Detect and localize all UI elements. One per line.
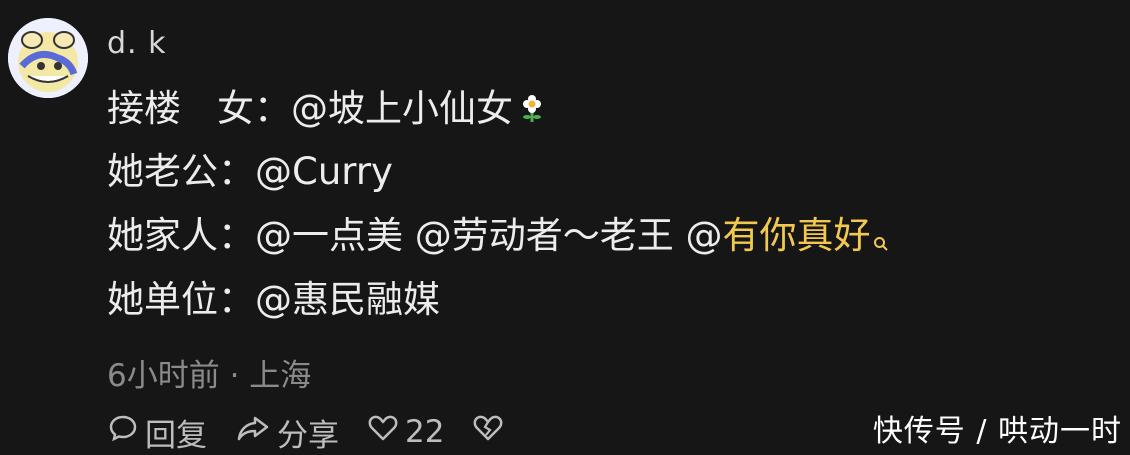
watermark: 快传号 / 哄动一时 [872, 414, 1122, 449]
comment-meta: 6小时前 · 上海 [107, 358, 312, 394]
comment-line-3-text: 她家人：@一点美 @劳动者～老王 @ [107, 214, 723, 257]
comment-username[interactable]: d. k [107, 26, 167, 61]
comment-icon [107, 412, 145, 452]
comment-actions: 回复 分享 22 [107, 410, 538, 454]
reply-button[interactable]: 回复 [107, 410, 207, 455]
reply-label: 回复 [145, 417, 207, 454]
like-count: 22 [405, 414, 445, 450]
search-icon[interactable] [873, 218, 889, 262]
broken-heart-icon [472, 412, 510, 452]
comment-line-4: 她单位：@惠民融媒 [107, 278, 440, 321]
share-label: 分享 [277, 417, 339, 454]
heart-icon [367, 412, 405, 452]
dislike-button[interactable] [472, 412, 510, 452]
comment-line-1-text: 女：@坡上小仙女 [217, 87, 513, 130]
like-button[interactable]: 22 [367, 412, 444, 452]
flower-emoji-icon [519, 89, 545, 133]
share-button[interactable]: 分享 [235, 410, 339, 455]
comment-line-1: 接楼 女：@坡上小仙女 [107, 87, 545, 133]
comment-line-3: 她家人：@一点美 @劳动者～老王 @有你真好 [107, 214, 889, 262]
share-icon [235, 412, 277, 452]
comment-line-2: 她老公：@Curry [107, 150, 393, 193]
search-highlight-link[interactable]: 有你真好 [723, 214, 871, 257]
comment-line-1-label: 接楼 [107, 87, 181, 130]
avatar[interactable] [8, 18, 88, 98]
